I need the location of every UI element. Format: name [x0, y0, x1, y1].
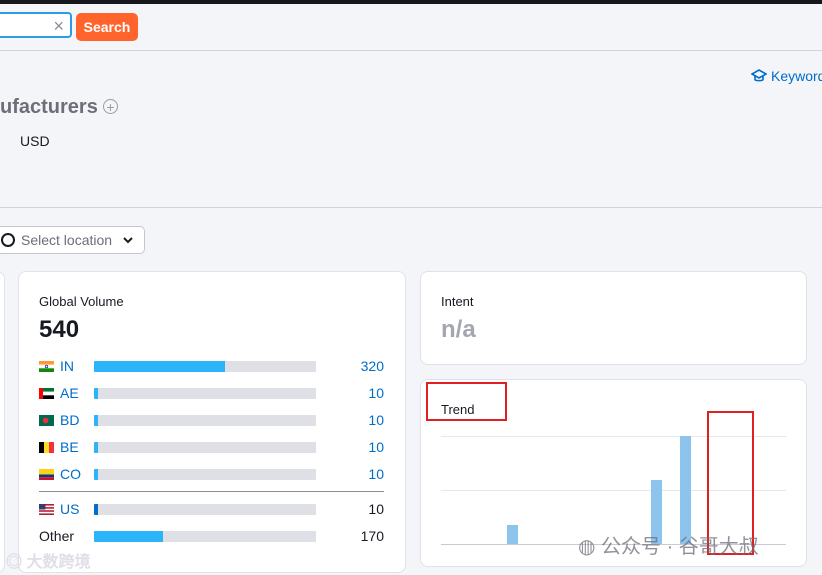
chevron-down-icon: [123, 237, 133, 244]
location-select[interactable]: Select location: [0, 226, 145, 254]
share-bar: [94, 469, 316, 480]
bangladesh-flag-icon: [39, 415, 54, 426]
keyword-research-link[interactable]: Keyword: [751, 68, 822, 84]
country-volume: 10: [368, 501, 384, 517]
country-code[interactable]: IN: [60, 358, 74, 374]
share-bar-fill: [94, 415, 99, 426]
global-volume-label: Global Volume: [39, 294, 124, 309]
country-volume[interactable]: 10: [368, 439, 384, 455]
share-bar: [94, 442, 316, 453]
country-code[interactable]: BD: [60, 412, 79, 428]
search-button[interactable]: Search: [76, 13, 138, 41]
country-row-ae[interactable]: AE 10: [39, 385, 384, 403]
country-volume[interactable]: 320: [361, 358, 384, 374]
share-bar-fill: [94, 531, 163, 542]
intent-label: Intent: [441, 294, 474, 309]
uae-flag-icon: [39, 388, 54, 399]
watermark-logo-icon: ◎: [6, 554, 23, 571]
country-code[interactable]: AE: [60, 385, 79, 401]
country-code[interactable]: BE: [60, 439, 79, 455]
graduation-cap-icon: [751, 69, 767, 82]
location-placeholder: Select location: [21, 232, 113, 248]
other-row: Other 170: [39, 528, 384, 546]
wechat-icon: ◍: [578, 536, 596, 558]
currency-label: USD: [20, 133, 50, 149]
watermark-corner: ◎ 大数跨境: [6, 548, 90, 572]
share-bar-fill: [94, 442, 99, 453]
country-row-in[interactable]: IN 320: [39, 358, 384, 376]
divider: [0, 207, 822, 208]
share-bar-fill: [94, 361, 225, 372]
country-volume[interactable]: 10: [368, 385, 384, 401]
colombia-flag-icon: [39, 469, 54, 480]
share-bar-fill: [94, 504, 99, 515]
search-input[interactable]: ×: [0, 12, 72, 38]
intent-value: n/a: [441, 316, 476, 343]
global-volume-value: 540: [39, 316, 80, 343]
share-bar: [94, 361, 316, 372]
clear-search-icon[interactable]: ×: [53, 16, 64, 36]
global-volume-card: Global Volume 540 IN 320 AE 10 BD 10 BE …: [19, 272, 405, 572]
share-bar: [94, 531, 316, 542]
share-bar: [94, 388, 316, 399]
india-flag-icon: [39, 361, 54, 372]
page-title: ufacturers: [0, 96, 98, 118]
trend-bar: [679, 436, 691, 544]
country-code[interactable]: CO: [60, 466, 81, 482]
add-to-list-icon[interactable]: +: [103, 99, 118, 114]
other-volume: 170: [360, 528, 384, 544]
keyword-link-label: Keyword: [771, 68, 822, 84]
us-flag-icon: [39, 504, 54, 515]
watermark-wechat-text: 公众号 · 谷哥大叔: [601, 536, 759, 558]
country-row-bd[interactable]: BD 10: [39, 412, 384, 430]
trend-bar: [507, 524, 519, 544]
country-volume[interactable]: 10: [368, 466, 384, 482]
country-volume[interactable]: 10: [368, 412, 384, 428]
divider: [0, 50, 822, 51]
share-bar: [94, 504, 316, 515]
annotation-box-trend-label: [426, 382, 507, 421]
location-pin-icon: [1, 233, 15, 247]
share-bar: [94, 415, 316, 426]
country-row-be[interactable]: BE 10: [39, 439, 384, 457]
watermark-wechat: ◍ 公众号 · 谷哥大叔: [578, 530, 759, 559]
belgium-flag-icon: [39, 442, 54, 453]
watermark-corner-text: 大数跨境: [26, 554, 91, 571]
other-label: Other: [39, 528, 75, 544]
intent-card: Intent n/a: [421, 272, 806, 364]
previous-card-edge: [0, 272, 4, 572]
top-strip: [0, 0, 822, 4]
country-code[interactable]: US: [60, 501, 79, 517]
share-bar-fill: [94, 469, 99, 480]
share-bar-fill: [94, 388, 99, 399]
country-row-us[interactable]: US 10: [39, 501, 384, 519]
country-row-co[interactable]: CO 10: [39, 466, 384, 484]
divider: [39, 491, 384, 492]
